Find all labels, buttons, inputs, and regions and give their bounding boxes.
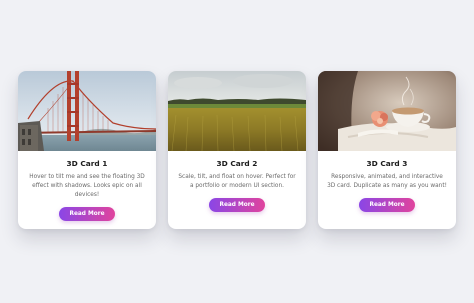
tea-cup-flower-photo: [318, 71, 456, 151]
card-2-image: [168, 71, 306, 151]
card-3[interactable]: 3D Card 3 Responsive, animated, and inte…: [318, 71, 456, 229]
card-1[interactable]: 3D Card 1 Hover to tilt me and see the f…: [18, 71, 156, 229]
card-1-image: [18, 71, 156, 151]
card-1-title: 3D Card 1: [66, 159, 108, 168]
golden-gate-bridge-photo: [18, 71, 156, 151]
card-1-description: Hover to tilt me and see the floating 3D…: [29, 174, 145, 199]
card-3-read-more-button[interactable]: Read More: [359, 198, 415, 213]
card-2-description: Scale, tilt, and float on hover. Perfect…: [178, 174, 296, 190]
card-2-title: 3D Card 2: [216, 159, 258, 168]
card-3-title: 3D Card 3: [366, 159, 408, 168]
wheat-field-photo: [168, 71, 306, 151]
card-1-read-more-button[interactable]: Read More: [59, 207, 115, 222]
card-3-image: [318, 71, 456, 151]
cards-section: 3D Card 1 Hover to tilt me and see the f…: [0, 0, 474, 303]
card-2[interactable]: 3D Card 2 Scale, tilt, and float on hove…: [168, 71, 306, 229]
card-3-description: Responsive, animated, and interactive 3D…: [327, 174, 447, 190]
card-2-read-more-button[interactable]: Read More: [209, 198, 265, 213]
